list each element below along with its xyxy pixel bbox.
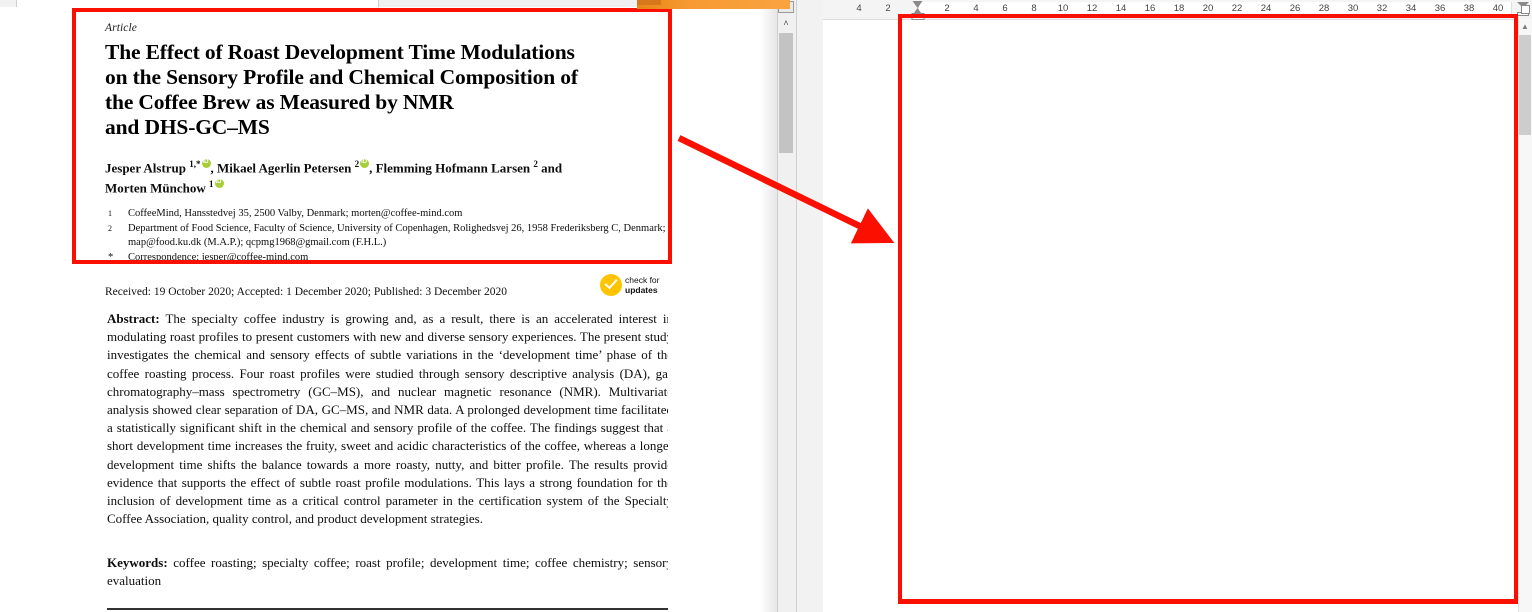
paper-title-line-1: The Effect of Roast Development Time Mod… bbox=[105, 40, 575, 64]
crossmark-line-1: check for bbox=[625, 275, 660, 285]
ruler-tick: 16 bbox=[1144, 3, 1156, 14]
ruler-tick: 8 bbox=[1031, 3, 1037, 14]
ruler-tick: 2 bbox=[885, 3, 891, 14]
ruler-tick: 4 bbox=[856, 3, 862, 14]
ruler-tick: 32 bbox=[1376, 3, 1388, 14]
pdf-page: Article The Effect of Roast Development … bbox=[0, 8, 668, 612]
crossmark-badge[interactable]: check for updates bbox=[600, 272, 668, 298]
corner-box-icon bbox=[1520, 4, 1530, 14]
orange-accent-bar-dark-segment bbox=[637, 0, 661, 5]
affiliation-marker: * bbox=[108, 251, 114, 263]
ruler-tick: 26 bbox=[1289, 3, 1301, 14]
orcid-icon[interactable] bbox=[201, 158, 211, 168]
ruler-tick: 22 bbox=[1231, 3, 1243, 14]
ruler-tick: 30 bbox=[1347, 3, 1359, 14]
translation-editor-pane[interactable]: The Effect of Roast Development Time Mod… bbox=[823, 0, 1532, 612]
editor-scrollbar-thumb[interactable] bbox=[1519, 35, 1531, 135]
ruler-tick: 14 bbox=[1115, 3, 1127, 14]
editor-scroll-up-arrow-icon[interactable]: ▲ bbox=[1519, 20, 1531, 33]
abstract-paragraph: Abstract: The specialty coffee industry … bbox=[107, 310, 668, 528]
keywords-paragraph: Keywords: coffee roasting; specialty cof… bbox=[107, 554, 668, 590]
affiliation-item: 1 CoffeeMind, Hansstedvej 35, 2500 Valby… bbox=[105, 207, 668, 221]
ruler-tick: 12 bbox=[1086, 3, 1098, 14]
affiliation-marker: 1 bbox=[108, 208, 112, 218]
paper-title-line-3: the Coffee Brew as Measured by NMR bbox=[105, 90, 454, 114]
ruler-tick: 2 bbox=[944, 3, 950, 14]
affiliation-text: Department of Food Science, Faculty of S… bbox=[128, 222, 666, 248]
affiliation-text: CoffeeMind, Hansstedvej 35, 2500 Valby, … bbox=[128, 207, 463, 219]
ruler-tick: 28 bbox=[1318, 3, 1330, 14]
check-circle-icon bbox=[600, 274, 622, 296]
ruler-tick: 4 bbox=[973, 3, 979, 14]
author-list: Jesper Alstrup 1,* , Mikael Agerlin Peter… bbox=[105, 156, 668, 197]
paper-title-line-2: on the Sensory Profile and Chemical Comp… bbox=[105, 65, 578, 89]
article-type-label: Article bbox=[105, 22, 137, 34]
orcid-icon[interactable] bbox=[214, 178, 224, 189]
ruler-tick: 18 bbox=[1173, 3, 1185, 14]
author-affil-marker-1: 1,* bbox=[189, 159, 201, 169]
ruler-tick: 20 bbox=[1202, 3, 1214, 14]
ruler-tick: 40 bbox=[1492, 3, 1504, 14]
affiliation-item: 2 Department of Food Science, Faculty of… bbox=[105, 222, 668, 250]
author-name-1: Jesper Alstrup bbox=[105, 160, 190, 176]
publication-dates: Received: 19 October 2020; Accepted: 1 D… bbox=[105, 286, 508, 298]
author-sep-1: , Mikael Agerlin Petersen bbox=[210, 160, 355, 176]
ruler-tick: 34 bbox=[1405, 3, 1417, 14]
author-sep-3: and bbox=[537, 160, 563, 176]
orcid-icon[interactable] bbox=[360, 158, 370, 168]
paper-title-line-4: and DHS-GC–MS bbox=[105, 115, 270, 139]
ruler-tick: 24 bbox=[1260, 3, 1272, 14]
pane-divider[interactable] bbox=[795, 0, 823, 612]
pdf-scrollbar-thumb[interactable] bbox=[779, 33, 793, 153]
abstract-label: Abstract: bbox=[107, 311, 160, 326]
page-divider-rule bbox=[107, 608, 668, 610]
author-name-4: Morten Münchow bbox=[105, 180, 209, 196]
keywords-label: Keywords: bbox=[107, 555, 168, 570]
abstract-text: The specialty coffee industry is growing… bbox=[107, 311, 668, 527]
affiliation-text: Correspondence: jesper@coffee-mind.com bbox=[128, 251, 309, 263]
crossmark-line-2: updates bbox=[625, 285, 658, 295]
affiliation-marker: 2 bbox=[108, 223, 112, 233]
paper-title: The Effect of Roast Development Time Mod… bbox=[105, 40, 668, 140]
ruler-tick: 10 bbox=[1057, 3, 1069, 14]
pdf-article-header: Article The Effect of Roast Development … bbox=[105, 22, 668, 266]
ruler-tick: 36 bbox=[1434, 3, 1446, 14]
indent-marker-top bbox=[912, 1, 923, 8]
ruler-tick: 38 bbox=[1463, 3, 1475, 14]
ruler-tick: 6 bbox=[1002, 3, 1008, 14]
author-affil-marker-4: 1 bbox=[209, 179, 214, 190]
crossmark-label: check for updates bbox=[625, 275, 660, 295]
horizontal-ruler[interactable]: 4 2 2 4 6 8 10 12 14 16 18 20 22 24 26 2… bbox=[823, 0, 1532, 20]
keywords-text: coffee roasting; specialty coffee; roast… bbox=[107, 555, 668, 589]
affiliation-item: * Correspondence: jesper@coffee-mind.com bbox=[105, 251, 668, 265]
author-sep-2: , Flemming Hofmann Larsen bbox=[369, 160, 534, 176]
author-affil-marker-2: 2 bbox=[354, 159, 360, 169]
left-indent-box-icon[interactable] bbox=[911, 13, 925, 20]
pdf-viewer-pane[interactable]: Article The Effect of Roast Development … bbox=[0, 0, 668, 612]
affiliation-list: 1 CoffeeMind, Hansstedvej 35, 2500 Valby… bbox=[105, 207, 668, 265]
scroll-up-arrow-icon[interactable]: ˄ bbox=[778, 15, 794, 31]
pdf-gutter-shadow bbox=[760, 8, 777, 612]
ruler-corner-icon[interactable] bbox=[1518, 1, 1532, 17]
